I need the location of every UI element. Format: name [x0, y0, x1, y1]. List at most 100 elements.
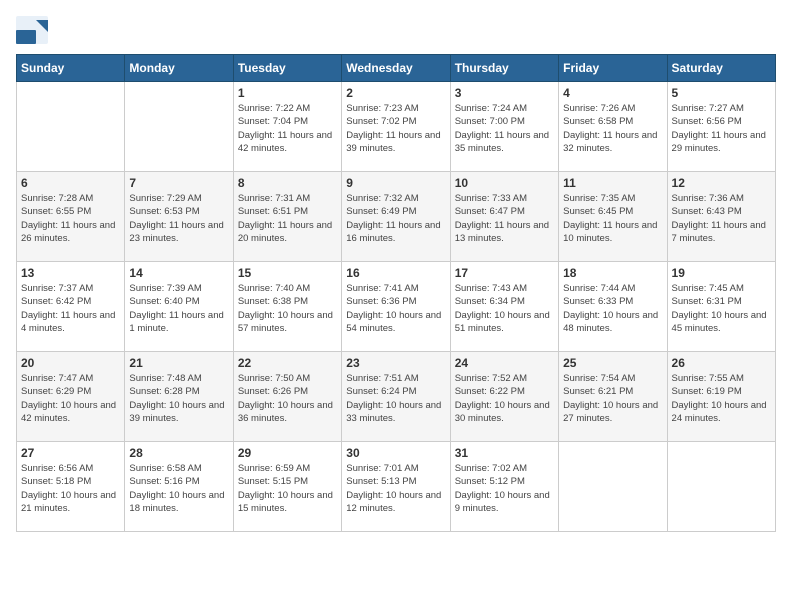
page-header: [16, 16, 776, 44]
day-number: 22: [238, 356, 337, 370]
cell-content: Sunrise: 7:36 AM Sunset: 6:43 PM Dayligh…: [672, 192, 771, 245]
calendar-cell: 19 Sunrise: 7:45 AM Sunset: 6:31 PM Dayli…: [667, 262, 775, 352]
calendar-cell: 12 Sunrise: 7:36 AM Sunset: 6:43 PM Dayli…: [667, 172, 775, 262]
calendar-cell: 7 Sunrise: 7:29 AM Sunset: 6:53 PM Daylig…: [125, 172, 233, 262]
calendar-cell: 13Sunrise: 7:37 AM Sunset: 6:42 PM Dayli…: [17, 262, 125, 352]
weekday-header: Monday: [125, 55, 233, 82]
calendar-cell: 1 Sunrise: 7:22 AM Sunset: 7:04 PM Daylig…: [233, 82, 341, 172]
day-number: 6: [21, 176, 120, 190]
day-number: 11: [563, 176, 662, 190]
day-number: 2: [346, 86, 445, 100]
weekday-header: Saturday: [667, 55, 775, 82]
day-number: 17: [455, 266, 554, 280]
calendar-cell: [125, 82, 233, 172]
calendar-cell: 6 Sunrise: 7:28 AM Sunset: 6:55 PM Daylig…: [17, 172, 125, 262]
calendar-cell: 11 Sunrise: 7:35 AM Sunset: 6:45 PM Dayli…: [559, 172, 667, 262]
cell-content: Sunrise: 7:32 AM Sunset: 6:49 PM Dayligh…: [346, 192, 445, 245]
cell-content: Sunrise: 7:45 AM Sunset: 6:31 PM Dayligh…: [672, 282, 771, 335]
calendar-cell: 28Sunrise: 6:58 AM Sunset: 5:16 PM Dayli…: [125, 442, 233, 532]
cell-content: Sunrise: 7:31 AM Sunset: 6:51 PM Dayligh…: [238, 192, 337, 245]
day-number: 14: [129, 266, 228, 280]
weekday-header-row: SundayMondayTuesdayWednesdayThursdayFrid…: [17, 55, 776, 82]
calendar-cell: [667, 442, 775, 532]
cell-content: Sunrise: 7:01 AM Sunset: 5:13 PM Dayligh…: [346, 462, 445, 515]
day-number: 24: [455, 356, 554, 370]
calendar-cell: 5 Sunrise: 7:27 AM Sunset: 6:56 PM Daylig…: [667, 82, 775, 172]
calendar-cell: 21 Sunrise: 7:48 AM Sunset: 6:28 PM Dayli…: [125, 352, 233, 442]
cell-content: Sunrise: 7:47 AM Sunset: 6:29 PM Dayligh…: [21, 372, 120, 425]
cell-content: Sunrise: 7:48 AM Sunset: 6:28 PM Dayligh…: [129, 372, 228, 425]
calendar-cell: 27 Sunrise: 6:56 AM Sunset: 5:18 PM Dayli…: [17, 442, 125, 532]
cell-content: Sunrise: 7:35 AM Sunset: 6:45 PM Dayligh…: [563, 192, 662, 245]
calendar-cell: 23Sunrise: 7:51 AM Sunset: 6:24 PM Dayli…: [342, 352, 450, 442]
day-number: 20: [21, 356, 120, 370]
day-number: 4: [563, 86, 662, 100]
cell-content: Sunrise: 7:41 AM Sunset: 6:36 PM Dayligh…: [346, 282, 445, 335]
cell-content: Sunrise: 7:23 AM Sunset: 7:02 PM Dayligh…: [346, 102, 445, 155]
calendar-cell: 24 Sunrise: 7:52 AM Sunset: 6:22 PM Dayli…: [450, 352, 558, 442]
calendar-cell: 14Sunrise: 7:39 AM Sunset: 6:40 PM Dayli…: [125, 262, 233, 352]
calendar-week-row: 1 Sunrise: 7:22 AM Sunset: 7:04 PM Daylig…: [17, 82, 776, 172]
day-number: 29: [238, 446, 337, 460]
day-number: 10: [455, 176, 554, 190]
day-number: 23: [346, 356, 445, 370]
cell-content: Sunrise: 7:43 AM Sunset: 6:34 PM Dayligh…: [455, 282, 554, 335]
cell-content: Sunrise: 7:29 AM Sunset: 6:53 PM Dayligh…: [129, 192, 228, 245]
cell-content: Sunrise: 7:40 AM Sunset: 6:38 PM Dayligh…: [238, 282, 337, 335]
weekday-header: Sunday: [17, 55, 125, 82]
cell-content: Sunrise: 7:27 AM Sunset: 6:56 PM Dayligh…: [672, 102, 771, 155]
logo-icon: [16, 16, 48, 44]
calendar-cell: 29Sunrise: 6:59 AM Sunset: 5:15 PM Dayli…: [233, 442, 341, 532]
calendar-week-row: 20 Sunrise: 7:47 AM Sunset: 6:29 PM Dayli…: [17, 352, 776, 442]
day-number: 27: [21, 446, 120, 460]
cell-content: Sunrise: 7:26 AM Sunset: 6:58 PM Dayligh…: [563, 102, 662, 155]
day-number: 26: [672, 356, 771, 370]
calendar-cell: 10 Sunrise: 7:33 AM Sunset: 6:47 PM Dayli…: [450, 172, 558, 262]
day-number: 18: [563, 266, 662, 280]
calendar-cell: 2 Sunrise: 7:23 AM Sunset: 7:02 PM Daylig…: [342, 82, 450, 172]
calendar-table: SundayMondayTuesdayWednesdayThursdayFrid…: [16, 54, 776, 532]
day-number: 19: [672, 266, 771, 280]
weekday-header: Friday: [559, 55, 667, 82]
cell-content: Sunrise: 7:22 AM Sunset: 7:04 PM Dayligh…: [238, 102, 337, 155]
day-number: 5: [672, 86, 771, 100]
weekday-header: Tuesday: [233, 55, 341, 82]
day-number: 21: [129, 356, 228, 370]
calendar-cell: 26 Sunrise: 7:55 AM Sunset: 6:19 PM Dayli…: [667, 352, 775, 442]
day-number: 9: [346, 176, 445, 190]
cell-content: Sunrise: 7:54 AM Sunset: 6:21 PM Dayligh…: [563, 372, 662, 425]
day-number: 12: [672, 176, 771, 190]
day-number: 15: [238, 266, 337, 280]
day-number: 31: [455, 446, 554, 460]
day-number: 1: [238, 86, 337, 100]
cell-content: Sunrise: 7:44 AM Sunset: 6:33 PM Dayligh…: [563, 282, 662, 335]
calendar-cell: 8Sunrise: 7:31 AM Sunset: 6:51 PM Daylig…: [233, 172, 341, 262]
calendar-cell: 15 Sunrise: 7:40 AM Sunset: 6:38 PM Dayli…: [233, 262, 341, 352]
cell-content: Sunrise: 7:33 AM Sunset: 6:47 PM Dayligh…: [455, 192, 554, 245]
calendar-cell: 16 Sunrise: 7:41 AM Sunset: 6:36 PM Dayli…: [342, 262, 450, 352]
cell-content: Sunrise: 6:56 AM Sunset: 5:18 PM Dayligh…: [21, 462, 120, 515]
calendar-cell: 25 Sunrise: 7:54 AM Sunset: 6:21 PM Dayli…: [559, 352, 667, 442]
calendar-cell: [559, 442, 667, 532]
day-number: 7: [129, 176, 228, 190]
calendar-cell: 9 Sunrise: 7:32 AM Sunset: 6:49 PM Daylig…: [342, 172, 450, 262]
calendar-week-row: 27 Sunrise: 6:56 AM Sunset: 5:18 PM Dayli…: [17, 442, 776, 532]
weekday-header: Thursday: [450, 55, 558, 82]
cell-content: Sunrise: 7:55 AM Sunset: 6:19 PM Dayligh…: [672, 372, 771, 425]
logo: [16, 16, 50, 44]
cell-content: Sunrise: 6:58 AM Sunset: 5:16 PM Dayligh…: [129, 462, 228, 515]
calendar-cell: 22Sunrise: 7:50 AM Sunset: 6:26 PM Dayli…: [233, 352, 341, 442]
calendar-week-row: 6 Sunrise: 7:28 AM Sunset: 6:55 PM Daylig…: [17, 172, 776, 262]
cell-content: Sunrise: 7:28 AM Sunset: 6:55 PM Dayligh…: [21, 192, 120, 245]
calendar-cell: [17, 82, 125, 172]
day-number: 3: [455, 86, 554, 100]
calendar-cell: 20 Sunrise: 7:47 AM Sunset: 6:29 PM Dayli…: [17, 352, 125, 442]
calendar-cell: 31Sunrise: 7:02 AM Sunset: 5:12 PM Dayli…: [450, 442, 558, 532]
calendar-week-row: 13Sunrise: 7:37 AM Sunset: 6:42 PM Dayli…: [17, 262, 776, 352]
weekday-header: Wednesday: [342, 55, 450, 82]
day-number: 16: [346, 266, 445, 280]
cell-content: Sunrise: 7:52 AM Sunset: 6:22 PM Dayligh…: [455, 372, 554, 425]
day-number: 25: [563, 356, 662, 370]
cell-content: Sunrise: 7:24 AM Sunset: 7:00 PM Dayligh…: [455, 102, 554, 155]
calendar-cell: 18 Sunrise: 7:44 AM Sunset: 6:33 PM Dayli…: [559, 262, 667, 352]
